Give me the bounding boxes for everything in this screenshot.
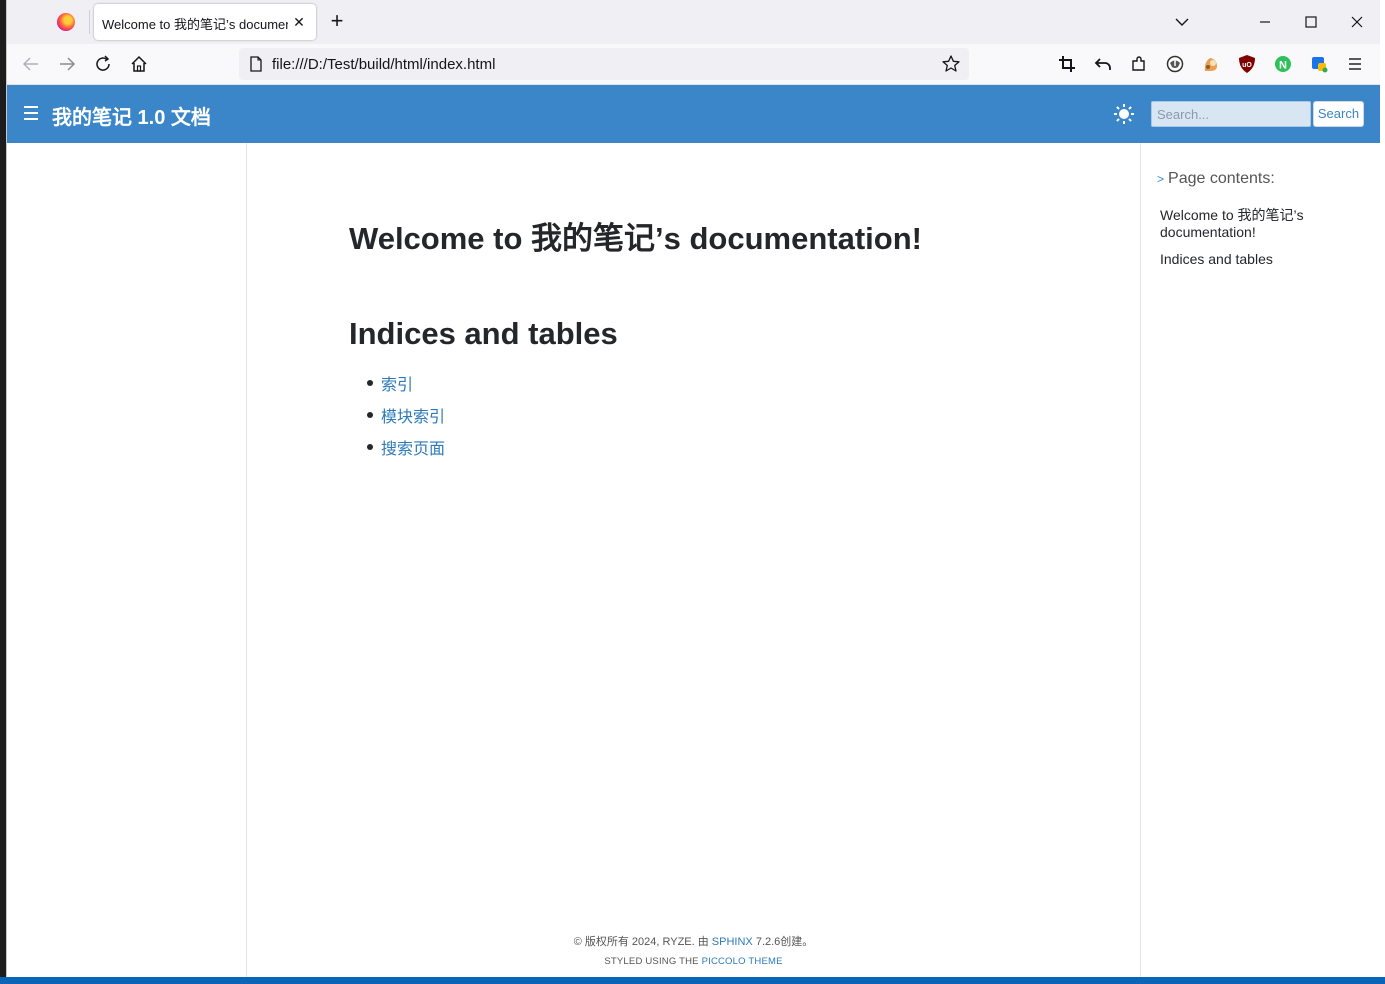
footer-theme-credit: STYLED USING THE PICCOLO THEME	[247, 956, 1140, 967]
search-page-link[interactable]: 搜索页面	[381, 435, 445, 459]
tab-bar: Welcome to 我的笔记’s documentation ✕ +	[7, 0, 1380, 44]
tab-list-chevron-icon[interactable]	[1172, 12, 1192, 32]
fox-extension-icon[interactable]	[1201, 54, 1221, 74]
module-index-link[interactable]: 模块索引	[381, 403, 445, 427]
privacy-badger-icon[interactable]	[1165, 54, 1185, 74]
page-title: Welcome to 我的笔记’s documentation!	[349, 221, 922, 256]
bullet-icon	[367, 444, 373, 450]
undo-arrow-icon[interactable]	[1093, 54, 1113, 74]
svg-text:uO: uO	[1242, 62, 1252, 69]
green-n-extension-icon[interactable]: N	[1273, 54, 1293, 74]
translate-extension-icon[interactable]	[1309, 54, 1329, 74]
left-sidebar	[7, 143, 247, 977]
taskbar-edge	[0, 977, 1385, 984]
tab-divider	[89, 10, 90, 34]
extensions-puzzle-icon[interactable]	[1129, 54, 1149, 74]
toc-item-welcome[interactable]: Welcome to 我的笔记’s documentation!	[1160, 207, 1360, 241]
reload-icon[interactable]	[90, 52, 116, 76]
address-bar[interactable]: file:///D:/Test/build/html/index.html	[239, 48, 969, 80]
footer-copyright: © 版权所有 2024, RYZE. 由 SPHINX 7.2.6创建。	[247, 933, 1140, 949]
piccolo-theme-link[interactable]: PICCOLO THEME	[702, 956, 783, 967]
close-window-icon[interactable]	[1345, 12, 1369, 32]
bookmark-star-icon[interactable]	[941, 54, 961, 74]
footer-styled-prefix: STYLED USING THE	[604, 956, 702, 967]
ublock-origin-icon[interactable]: uO	[1237, 54, 1257, 74]
section-heading: Indices and tables	[349, 316, 618, 351]
footer-copyright-prefix: © 版权所有 2024, RYZE. 由	[573, 936, 712, 948]
sidebar-menu-icon[interactable]	[23, 104, 39, 122]
page-contents-heading[interactable]: > Page contents:	[1157, 170, 1275, 188]
firefox-logo-icon[interactable]	[57, 13, 75, 31]
tab-title: Welcome to 我的笔记’s documentation	[102, 17, 288, 32]
search-input[interactable]	[1151, 101, 1311, 127]
app-menu-hamburger-icon[interactable]	[1345, 54, 1365, 74]
forward-arrow-icon[interactable]	[54, 52, 80, 76]
page-contents-label: Page contents:	[1168, 170, 1275, 187]
navigation-toolbar: file:///D:/Test/build/html/index.html uO…	[7, 44, 1380, 85]
theme-toggle-sun-icon[interactable]	[1113, 103, 1135, 125]
bullet-icon	[367, 380, 373, 386]
index-link[interactable]: 索引	[381, 371, 413, 395]
browser-window: Welcome to 我的笔记’s documentation ✕ +	[6, 0, 1380, 977]
home-icon[interactable]	[126, 52, 152, 76]
maximize-window-icon[interactable]	[1299, 12, 1323, 32]
page-icon	[250, 56, 262, 72]
sphinx-link[interactable]: SPHINX	[712, 936, 753, 948]
screenshot-crop-icon[interactable]	[1057, 54, 1077, 74]
back-arrow-icon[interactable]	[18, 52, 44, 76]
page-contents-sidebar: > Page contents: Welcome to 我的笔记’s docume…	[1140, 143, 1380, 977]
screen: Welcome to 我的笔记’s documentation ✕ +	[0, 0, 1385, 984]
toc-item-indices[interactable]: Indices and tables	[1160, 251, 1360, 267]
footer-copyright-suffix: 7.2.6创建。	[752, 936, 814, 948]
svg-text:N: N	[1279, 60, 1287, 72]
main-content: Welcome to 我的笔记’s documentation! Indices…	[247, 143, 1140, 977]
site-title[interactable]: 我的笔记 1.0 文档	[52, 101, 211, 129]
tab-close-icon[interactable]: ✕	[291, 12, 307, 32]
toc-expand-arrow-icon: >	[1157, 172, 1165, 186]
new-tab-button[interactable]: +	[325, 10, 349, 34]
tab-active[interactable]: Welcome to 我的笔记’s documentation ✕	[94, 4, 316, 40]
search-button[interactable]: Search	[1313, 101, 1364, 127]
bullet-icon	[367, 412, 373, 418]
url-text[interactable]: file:///D:/Test/build/html/index.html	[272, 56, 495, 74]
site-header: 我的笔记 1.0 文档 Search	[7, 85, 1380, 143]
minimize-window-icon[interactable]	[1253, 12, 1277, 32]
